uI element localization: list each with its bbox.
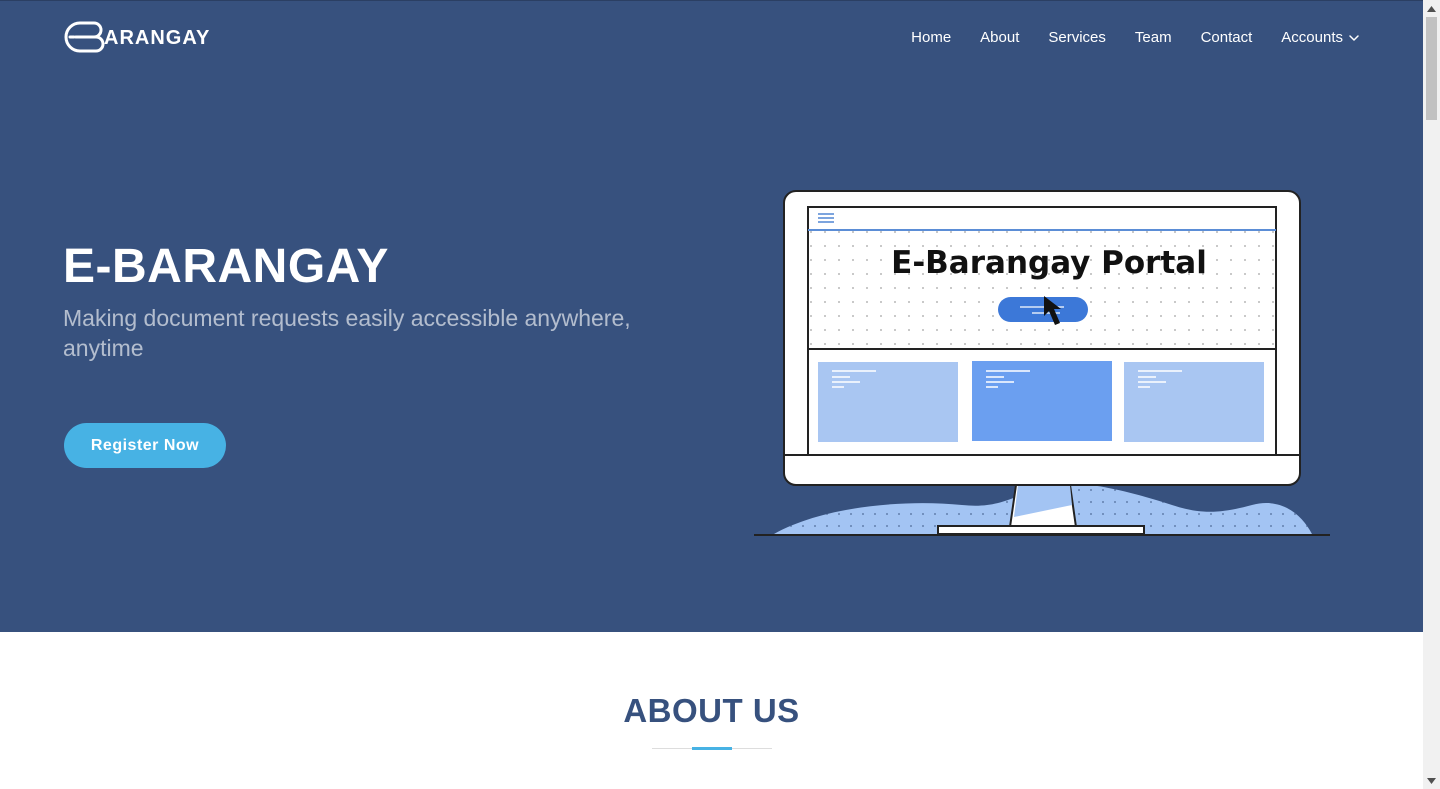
nav-accounts-label: Accounts bbox=[1281, 29, 1343, 46]
nav-services[interactable]: Services bbox=[1048, 28, 1106, 48]
page-viewport: ARANGAY Home About Services Team Contact… bbox=[0, 0, 1423, 789]
scroll-down-arrow-icon[interactable] bbox=[1423, 772, 1440, 789]
illustration-caption: E-Barangay Portal bbox=[891, 245, 1207, 281]
register-now-button[interactable]: Register Now bbox=[64, 423, 226, 468]
illustration-card-1 bbox=[818, 362, 958, 442]
main-nav: Home About Services Team Contact Account… bbox=[882, 28, 1360, 48]
monitor-base bbox=[937, 525, 1145, 535]
illustration-button bbox=[998, 297, 1088, 322]
nav-about[interactable]: About bbox=[980, 28, 1019, 48]
site-logo[interactable]: ARANGAY bbox=[64, 19, 224, 55]
logo-wordmark: ARANGAY bbox=[104, 27, 210, 49]
chevron-down-icon bbox=[1349, 35, 1359, 41]
nav-team[interactable]: Team bbox=[1135, 28, 1172, 48]
scroll-up-arrow-icon[interactable] bbox=[1423, 0, 1440, 17]
hero-illustration: E-Barangay Portal bbox=[754, 190, 1330, 536]
hero-subtitle: Making document requests easily accessib… bbox=[63, 305, 631, 361]
nav-accounts[interactable]: Accounts bbox=[1281, 28, 1360, 48]
illustration-card-2 bbox=[972, 361, 1112, 441]
illustration-card-3 bbox=[1124, 362, 1264, 442]
nav-contact[interactable]: Contact bbox=[1201, 28, 1253, 48]
hero-section: ARANGAY Home About Services Team Contact… bbox=[0, 0, 1423, 632]
vertical-scrollbar[interactable] bbox=[1423, 0, 1440, 789]
nav-home[interactable]: Home bbox=[911, 28, 951, 48]
scroll-thumb[interactable] bbox=[1426, 17, 1437, 120]
hero-title: E-BARANGAY bbox=[63, 240, 389, 293]
section-divider-accent bbox=[692, 747, 732, 750]
about-title: ABOUT US bbox=[623, 692, 800, 729]
